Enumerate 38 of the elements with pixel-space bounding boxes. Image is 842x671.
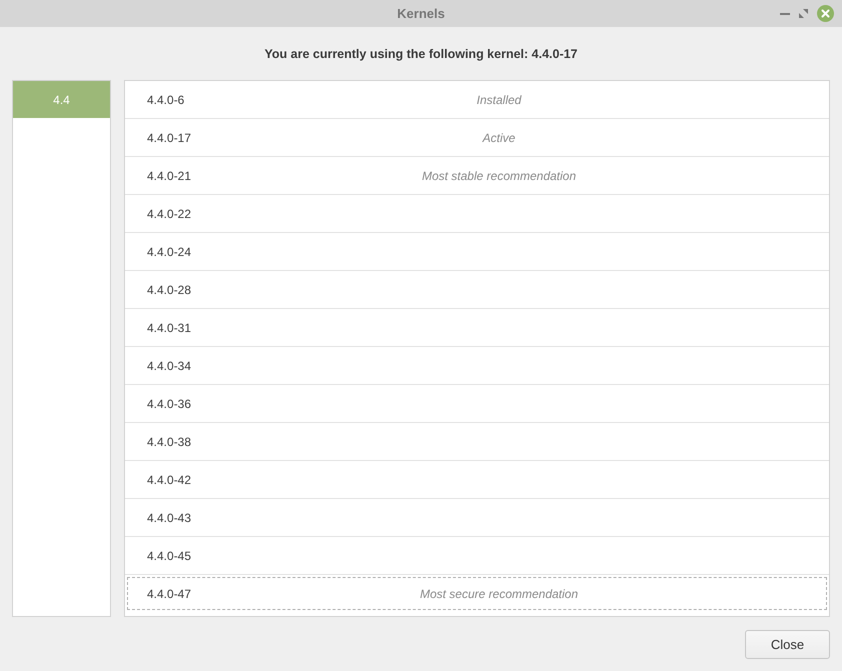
kernel-version: 4.4.0-31 xyxy=(147,320,192,334)
close-button[interactable]: Close xyxy=(745,630,830,659)
kernel-status: Most stable recommendation xyxy=(422,168,576,182)
kernel-row[interactable]: 4.4.0-24 xyxy=(125,233,829,271)
kernel-version: 4.4.0-24 xyxy=(147,244,192,258)
minimize-icon[interactable] xyxy=(780,12,790,16)
kernel-version: 4.4.0-43 xyxy=(147,510,192,524)
kernel-row[interactable]: 4.4.0-22 xyxy=(125,195,829,233)
kernel-row[interactable]: 4.4.0-38 xyxy=(125,423,829,461)
kernel-row[interactable]: 4.4.0-21 Most stable recommendation xyxy=(125,157,829,195)
window-title: Kernels xyxy=(397,6,445,21)
kernel-row[interactable]: 4.4.0-17 Active xyxy=(125,119,829,157)
kernel-row[interactable]: 4.4.0-47 Most secure recommendation xyxy=(125,575,829,612)
kernel-version: 4.4.0-6 xyxy=(147,92,186,106)
kernel-row[interactable]: 4.4.0-28 xyxy=(125,271,829,309)
kernel-row[interactable]: 4.4.0-36 xyxy=(125,385,829,423)
kernel-row[interactable]: 4.4.0-42 xyxy=(125,461,829,499)
kernel-status: Active xyxy=(482,130,516,144)
kernel-version: 4.4.0-21 xyxy=(147,168,192,182)
kernel-version: 4.4.0-28 xyxy=(147,282,192,296)
kernel-row[interactable]: 4.4.0-34 xyxy=(125,347,829,385)
kernel-version: 4.4.0-36 xyxy=(147,396,192,410)
kernel-version: 4.4.0-45 xyxy=(147,548,192,562)
kernel-row[interactable]: 4.4.0-6 Installed xyxy=(125,81,829,119)
kernel-row[interactable]: 4.4.0-45 xyxy=(125,537,829,575)
restore-icon[interactable] xyxy=(799,9,808,18)
close-icon[interactable] xyxy=(817,5,834,22)
kernel-version: 4.4.0-38 xyxy=(147,434,192,448)
kernel-status: Installed xyxy=(476,92,522,106)
kernel-row[interactable]: 4.4.0-31 xyxy=(125,309,829,347)
kernel-status: Most secure recommendation xyxy=(420,586,578,600)
current-kernel-heading: You are currently using the following kernel: 4.4.0-17 xyxy=(264,46,578,60)
kernel-version: 4.4.0-22 xyxy=(147,206,192,220)
kernel-row[interactable]: 4.4.0-43 xyxy=(125,499,829,537)
kernel-version: 4.4.0-17 xyxy=(147,130,192,144)
kernel-version: 4.4.0-34 xyxy=(147,358,192,372)
kernel-version: 4.4.0-47 xyxy=(147,586,192,600)
kernel-version: 4.4.0-42 xyxy=(147,472,192,486)
